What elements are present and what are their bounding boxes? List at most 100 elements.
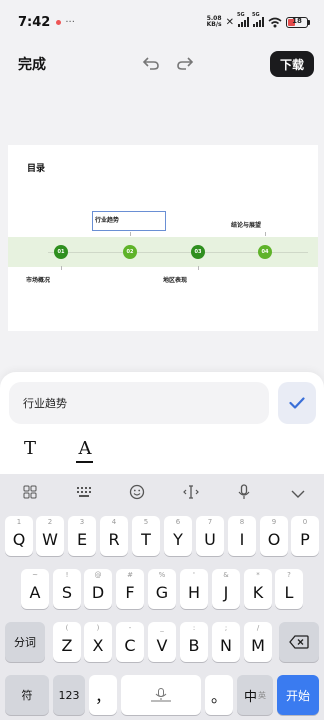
keyboard-toolbar [0, 480, 324, 508]
key-y[interactable]: 6Y [164, 516, 192, 556]
key-hint: - [128, 624, 132, 632]
key-n[interactable]: ; N [212, 622, 240, 662]
key-label: S [61, 582, 73, 602]
tick-2 [130, 232, 131, 236]
key-z[interactable]: (Z [53, 622, 81, 662]
key-j[interactable]: & J [212, 569, 240, 609]
cursor-icon[interactable] [179, 485, 203, 503]
tick-3 [198, 266, 199, 270]
key-h[interactable]: ' H [180, 569, 208, 609]
text-color-button[interactable]: A [73, 438, 97, 459]
key-hint: 7 [207, 518, 213, 526]
status-indicators: 5.08 KB/s ✕ 5G 5G 18 [207, 12, 310, 28]
key-label: K [252, 582, 264, 602]
language-switch-key[interactable]: 中英 [237, 675, 273, 715]
grid-icon[interactable] [18, 485, 42, 503]
text-style-button[interactable]: T [18, 438, 42, 459]
slide-label-regional-performance[interactable]: 地区表现 [163, 275, 187, 284]
collapse-keyboard-icon[interactable] [286, 487, 310, 502]
key-label: J [223, 582, 229, 602]
key-label: O [267, 529, 281, 549]
key-t[interactable]: 5T [132, 516, 160, 556]
key-hint: # [127, 571, 133, 579]
text-edit-input[interactable] [9, 382, 269, 424]
battery-icon: 18 [286, 16, 310, 28]
key-q[interactable]: 1Q [5, 516, 33, 556]
key-hint: 5 [143, 518, 149, 526]
slide-title[interactable]: 目录 [27, 161, 45, 174]
key-a[interactable]: ~ A [21, 569, 49, 609]
key-v[interactable]: _ V [148, 622, 176, 662]
key-label: I [239, 529, 245, 549]
key-hint: ) [96, 624, 100, 632]
backspace-key[interactable] [279, 622, 319, 662]
key-s[interactable]: ! S [53, 569, 81, 609]
timeline-node-1[interactable]: 01 [54, 245, 68, 259]
key-p[interactable]: 0P [291, 516, 319, 556]
text-edit-sheet: T A [0, 372, 324, 474]
key-label: E [76, 529, 88, 549]
key-label: M [251, 635, 265, 655]
status-time: 7:42 [18, 14, 51, 30]
space-key[interactable] [121, 675, 201, 715]
mic-icon[interactable] [232, 484, 256, 504]
key-m[interactable]: / M [244, 622, 272, 662]
key-r[interactable]: 4R [100, 516, 128, 556]
timeline-node-4[interactable]: 04 [258, 245, 272, 259]
slide-canvas[interactable]: 目录 01 02 03 04 市场概况 行业趋势 地区表现 结论与展望 [8, 145, 318, 331]
emoji-icon[interactable] [125, 484, 149, 504]
backspace-icon [289, 635, 309, 649]
key-d[interactable]: @ D [84, 569, 112, 609]
wifi-icon [268, 17, 282, 27]
vibrate-icon: ✕ [225, 16, 234, 28]
mic-icon-space [151, 688, 171, 702]
check-icon [289, 397, 305, 409]
signal-label-2: 5G [252, 12, 260, 18]
key-label: B [188, 635, 200, 655]
key-label: L [284, 582, 294, 602]
key-hint: ; [224, 624, 228, 632]
key-f[interactable]: # F [116, 569, 144, 609]
key-hint: 2 [47, 518, 53, 526]
slide-label-market-overview[interactable]: 市场概况 [26, 275, 50, 284]
undo-icon[interactable] [140, 52, 162, 74]
signal-5g-icon-2: 5G [252, 12, 264, 27]
redo-icon[interactable] [174, 52, 196, 74]
key-hint: ( [65, 624, 69, 632]
key-e[interactable]: 3E [68, 516, 96, 556]
key-label: Y [173, 529, 183, 549]
key-hint: 8 [239, 518, 245, 526]
enter-key[interactable]: 开始 [277, 675, 319, 715]
keyboard-layout-icon[interactable] [72, 486, 96, 502]
timeline-node-3[interactable]: 03 [191, 245, 205, 259]
key-u[interactable]: 7U [196, 516, 224, 556]
key-o[interactable]: 9O [260, 516, 288, 556]
number-key[interactable]: 123 [53, 675, 85, 715]
key-label: V [156, 635, 168, 655]
slide-label-conclusion[interactable]: 结论与展望 [231, 220, 261, 229]
key-k[interactable]: * K [244, 569, 272, 609]
signal-5g-icon: 5G [237, 12, 249, 27]
key-w[interactable]: 2W [36, 516, 64, 556]
key-g[interactable]: % G [148, 569, 176, 609]
key-hint: 4 [111, 518, 117, 526]
key-i[interactable]: 8I [228, 516, 256, 556]
tick-4 [265, 232, 266, 236]
done-button[interactable]: 完成 [18, 54, 46, 74]
key-x[interactable]: ) X [84, 622, 112, 662]
more-notifications-icon: ··· [65, 16, 75, 28]
segment-key[interactable]: 分词 [5, 622, 45, 662]
comma-key[interactable]: ， [89, 675, 117, 715]
timeline-node-2[interactable]: 02 [123, 245, 137, 259]
key-c[interactable]: -C [116, 622, 144, 662]
confirm-button[interactable] [278, 382, 316, 424]
key-b[interactable]: :B [180, 622, 208, 662]
key-hint: 1 [16, 518, 22, 526]
period-key[interactable]: 。 [205, 675, 233, 715]
key-l[interactable]: ? L [275, 569, 303, 609]
key-hint: * [256, 571, 260, 579]
slide-label-industry-trend-selected[interactable]: 行业趋势 [92, 211, 166, 231]
key-hint: 9 [271, 518, 277, 526]
download-button[interactable]: 下载 [269, 51, 314, 77]
symbol-key[interactable]: 符 [5, 675, 49, 715]
